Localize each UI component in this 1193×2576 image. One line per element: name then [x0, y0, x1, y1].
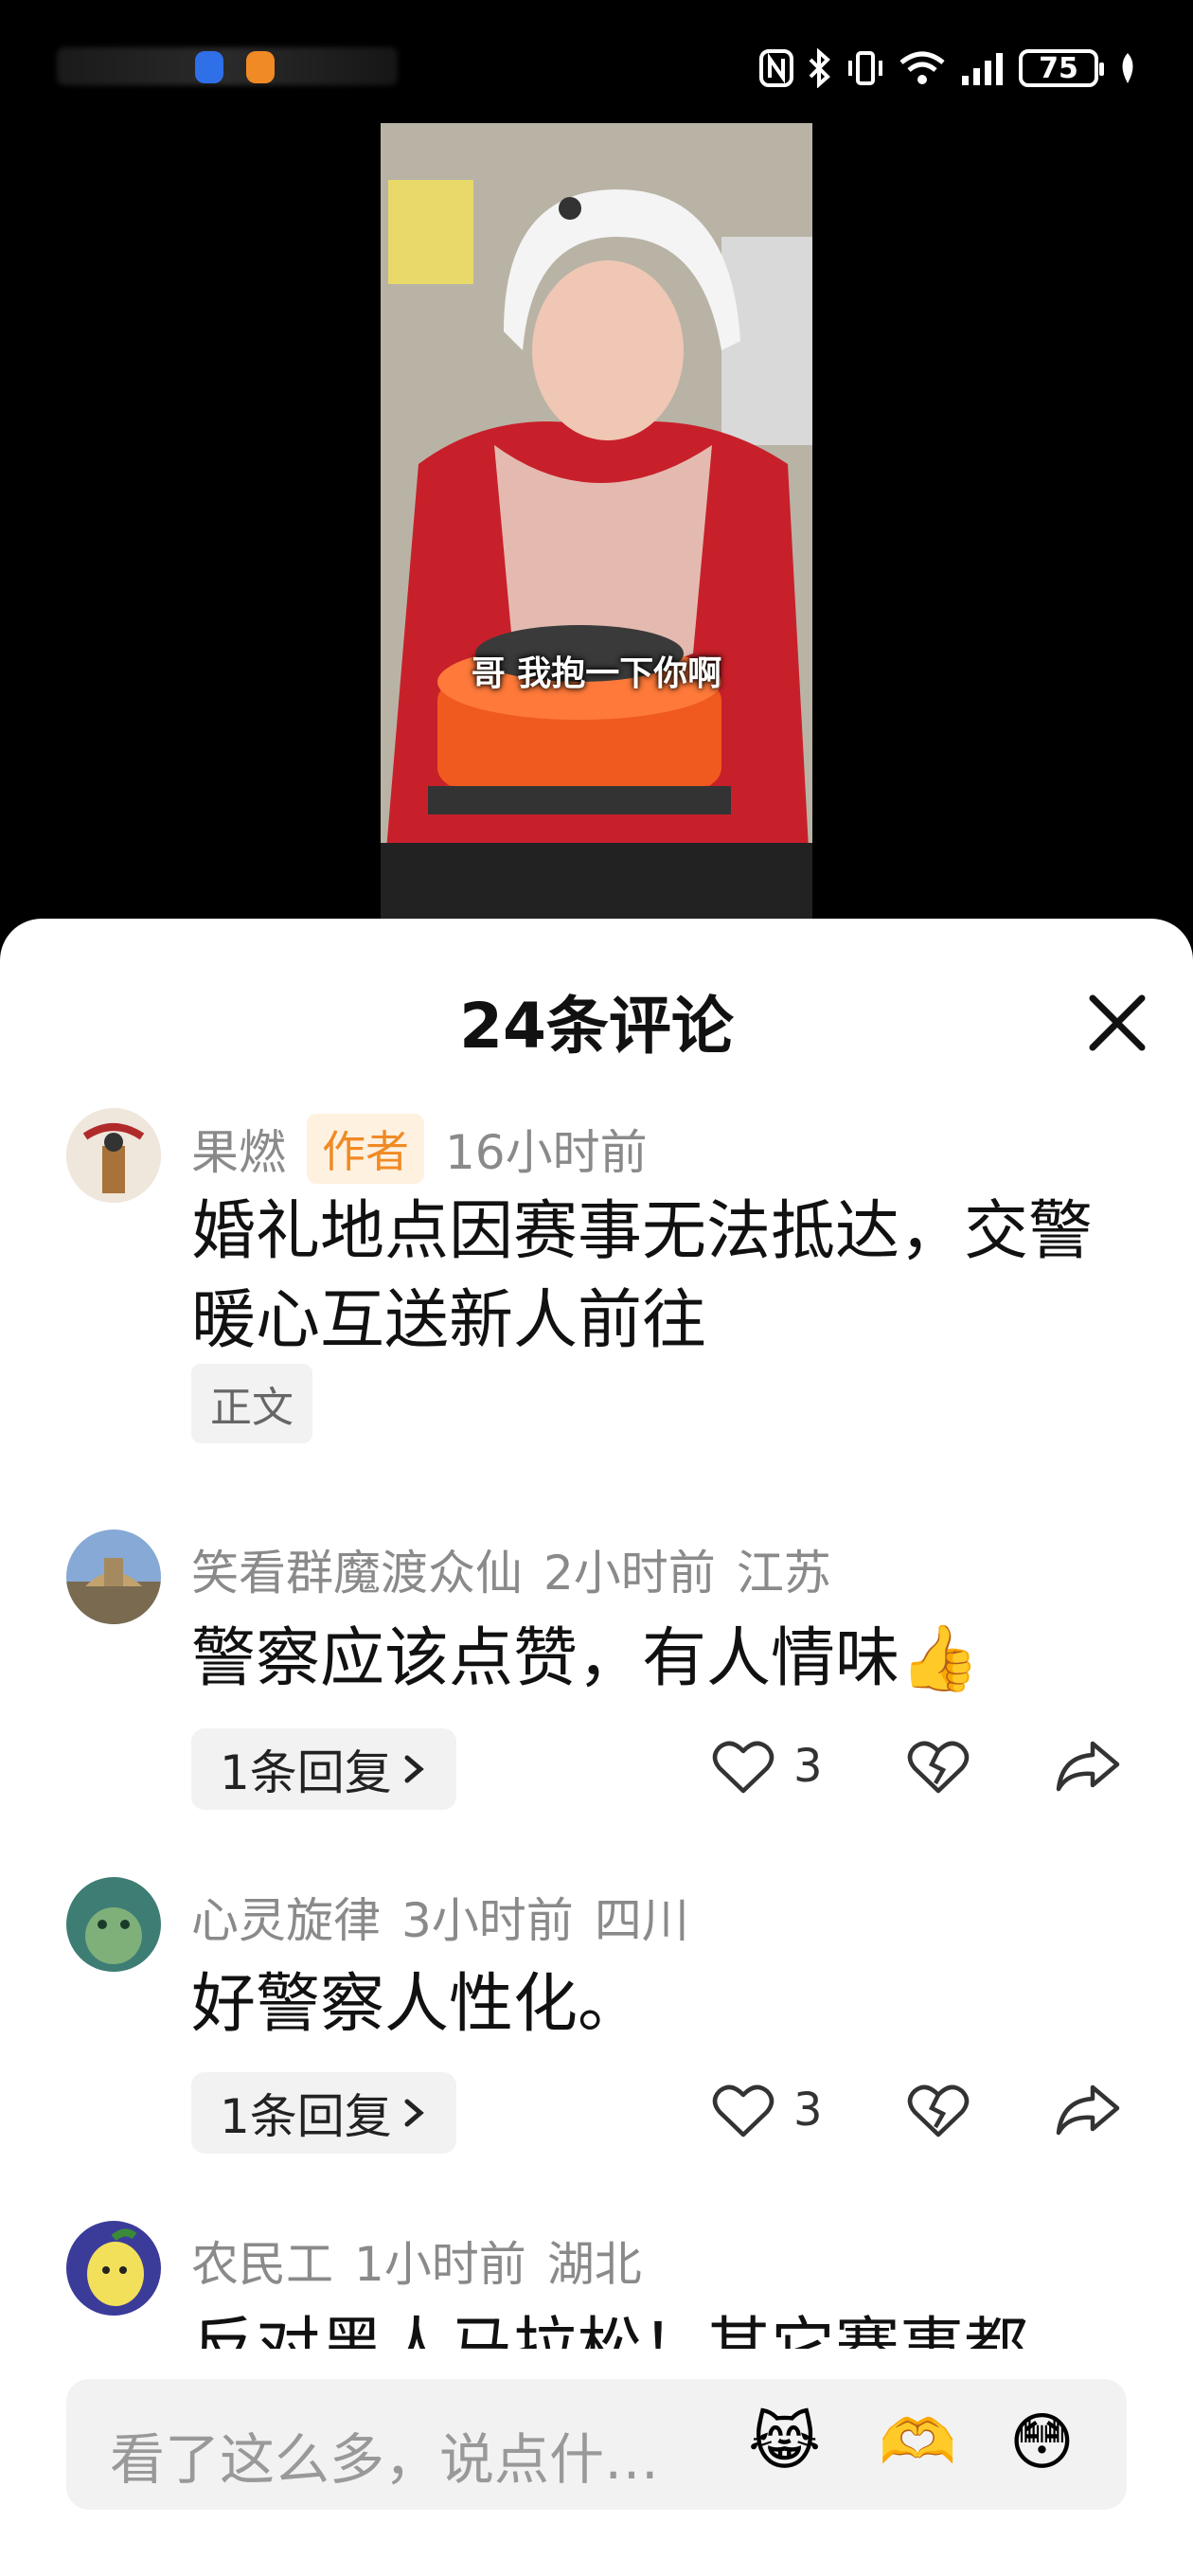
like-count: 3: [793, 2084, 823, 2137]
blurred-notification-area: [57, 47, 398, 85]
comment-text[interactable]: 婚礼地点因赛事无法抵达，交警暖心互送新人前往: [191, 1188, 1117, 1366]
comment-meta: 果燃 作者 16小时前: [191, 1114, 668, 1184]
app-notification-icon: [246, 51, 275, 83]
heart-icon: [712, 1741, 775, 1794]
comment-location: 四川: [594, 1893, 689, 1948]
heart-icon: [712, 2084, 775, 2138]
video-player[interactable]: 哥 我抱一下你啊: [381, 123, 812, 919]
author-badge: 作者: [307, 1114, 424, 1184]
comment-meta: 笑看群魔渡众仙 2小时前 江苏: [191, 1535, 852, 1603]
avatar[interactable]: [66, 1530, 161, 1624]
avatar[interactable]: [66, 2221, 161, 2316]
share-icon: [1056, 1741, 1120, 1792]
comment-text[interactable]: 警察应该点赞，有人情味👍: [191, 1615, 1117, 1704]
avatar[interactable]: [66, 1877, 161, 1972]
comments-sheet: 24条评论 果燃 作者 16小时前 婚礼地点因赛事无法抵达，交警暖心互送新人前往…: [0, 919, 1193, 2576]
broken-heart-icon: [907, 2084, 970, 2138]
comment-time: 2小时前: [543, 1546, 716, 1601]
video-frame: [381, 123, 812, 919]
dislike-button[interactable]: [907, 2082, 970, 2138]
comment-time: 1小时前: [354, 2237, 526, 2292]
comment-username[interactable]: 笑看群魔渡众仙: [191, 1535, 523, 1603]
status-bar: 75: [0, 0, 1193, 133]
like-button[interactable]: 3: [712, 1738, 823, 1795]
content-tag: 正文: [191, 1364, 312, 1443]
system-icons: 75: [759, 42, 1138, 95]
comment-input-placeholder: 看了这么多，说点什…: [110, 2427, 660, 2492]
heart-hands-emoji-button[interactable]: 🫶: [879, 2406, 956, 2479]
chevron-right-icon: [404, 2099, 424, 2127]
close-button[interactable]: [1079, 985, 1155, 1061]
comment-location: 湖北: [546, 2237, 642, 2292]
flushed-emoji-button[interactable]: 😳: [1009, 2406, 1075, 2478]
notification-icons: [57, 38, 398, 95]
share-button[interactable]: [1055, 2082, 1121, 2138]
comment-time: 16小时前: [445, 1125, 648, 1180]
avatar[interactable]: [66, 1108, 161, 1203]
comment-username[interactable]: 心灵旋律: [191, 1883, 381, 1951]
bluetooth-icon: [807, 47, 833, 89]
reply-count-label: 1条回复: [220, 2089, 392, 2144]
close-icon: [1089, 994, 1146, 1051]
app-notification-icon: [195, 51, 223, 83]
nfc-icon: [759, 47, 793, 89]
comment-text[interactable]: 好警察人性化。: [191, 1960, 1117, 2049]
share-button[interactable]: [1055, 1738, 1121, 1795]
comment-time: 3小时前: [401, 1893, 574, 1948]
chevron-right-icon: [404, 1755, 424, 1783]
view-replies-button[interactable]: 1条回复: [191, 2072, 456, 2154]
leaf-icon: [1117, 47, 1138, 89]
vibrate-icon: [846, 47, 884, 89]
like-count: 3: [793, 1740, 823, 1793]
view-replies-button[interactable]: 1条回复: [191, 1728, 456, 1810]
comment-meta: 心灵旋律 3小时前 四川: [191, 1883, 710, 1951]
reply-count-label: 1条回复: [220, 1745, 392, 1800]
comment-username[interactable]: 农民工: [191, 2227, 333, 2295]
comment-meta: 农民工 1小时前 湖北: [191, 2227, 663, 2295]
battery-icon: 75: [1019, 49, 1104, 87]
comments-title: 24条评论: [459, 990, 734, 1063]
broken-heart-icon: [907, 1741, 970, 1794]
laughing-emoji-button[interactable]: 😹: [748, 2406, 821, 2478]
signal-icon: [960, 47, 1006, 89]
like-button[interactable]: 3: [712, 2082, 823, 2138]
wifi-icon: [898, 47, 947, 89]
comment-input[interactable]: 看了这么多，说点什… 😹 🫶 😳: [66, 2379, 1127, 2510]
comment-username[interactable]: 果燃: [191, 1115, 286, 1183]
dislike-button[interactable]: [907, 1738, 970, 1795]
comment-location: 江苏: [736, 1546, 831, 1601]
share-icon: [1056, 2084, 1120, 2136]
video-subtitle: 哥 我抱一下你啊: [471, 654, 722, 693]
